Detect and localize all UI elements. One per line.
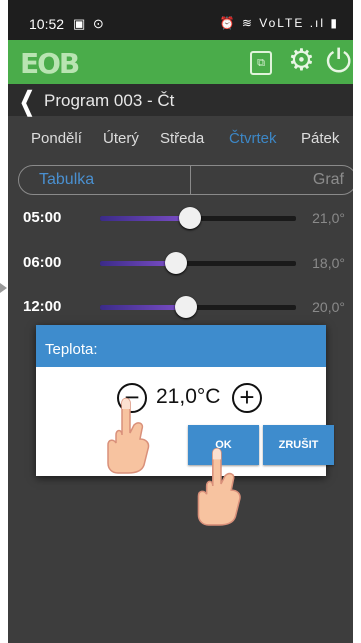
view-switch: Tabulka Graf bbox=[18, 165, 353, 195]
tab-monday[interactable]: Pondělí bbox=[31, 130, 82, 147]
temperature-value: 21,0°C bbox=[156, 385, 221, 408]
tab-thursday[interactable]: Čtvrtek bbox=[229, 130, 277, 147]
eob-logo: EOB bbox=[20, 47, 80, 80]
day-tabs: Pondělí Úterý Středa Čtvrtek Pátek bbox=[8, 126, 353, 152]
tab-wednesday[interactable]: Středa bbox=[160, 130, 204, 147]
row-time: 12:00 bbox=[23, 298, 62, 315]
increase-button[interactable]: + bbox=[232, 383, 262, 413]
row-value: 20,0° bbox=[312, 299, 345, 315]
temperature-slider[interactable] bbox=[100, 207, 296, 229]
slider-knob[interactable] bbox=[179, 207, 202, 229]
tab-graph[interactable]: Graf bbox=[313, 171, 344, 189]
view-switch-divider bbox=[190, 166, 191, 194]
schedule-row: 05:00 21,0° bbox=[8, 203, 353, 233]
tab-table[interactable]: Tabulka bbox=[39, 171, 94, 189]
tab-friday[interactable]: Pátek bbox=[301, 130, 339, 147]
temperature-dialog: Teplota: − 21,0°C + OK ZRUŠIT bbox=[36, 325, 334, 476]
phone-screen: 10:52 ▣ ⊙ ⏰ ≋ VoLTE .ıl ▮ EOB ⧉ ⚙ ⏻ ❮ Pr… bbox=[8, 0, 353, 643]
cancel-button[interactable]: ZRUŠIT bbox=[263, 425, 334, 465]
row-time: 06:00 bbox=[23, 254, 62, 271]
notification-icons: ▣ ⊙ bbox=[73, 16, 106, 31]
tap-hand-icon bbox=[107, 397, 150, 474]
title-bar: ❮ Program 003 - Čt bbox=[8, 84, 353, 116]
slider-fill bbox=[100, 216, 191, 221]
temperature-slider[interactable] bbox=[100, 252, 296, 274]
tab-tuesday[interactable]: Úterý bbox=[103, 130, 139, 147]
dialog-title: Teplota: bbox=[45, 341, 98, 358]
power-icon[interactable]: ⏻ bbox=[326, 45, 351, 77]
schedule-row: 12:00 20,0° bbox=[8, 292, 353, 322]
dialog-header: Teplota: bbox=[36, 325, 326, 367]
status-time: 10:52 bbox=[29, 16, 65, 32]
system-icons: ⏰ ≋ VoLTE .ıl ▮ bbox=[219, 16, 339, 30]
slider-fill bbox=[100, 305, 187, 310]
row-value: 18,0° bbox=[312, 255, 345, 271]
tap-hand-icon bbox=[197, 447, 241, 526]
status-bar: 10:52 ▣ ⊙ ⏰ ≋ VoLTE .ıl ▮ bbox=[8, 0, 353, 40]
copy-icon[interactable]: ⧉ bbox=[250, 51, 272, 75]
page-title: Program 003 - Čt bbox=[44, 91, 175, 110]
slider-knob[interactable] bbox=[165, 252, 188, 274]
gear-icon[interactable]: ⚙ bbox=[288, 46, 315, 76]
back-chevron-icon[interactable]: ❮ bbox=[19, 86, 34, 117]
app-bar: EOB ⧉ ⚙ ⏻ bbox=[8, 40, 353, 84]
schedule-row: 06:00 18,0° bbox=[8, 248, 353, 278]
row-time: 05:00 bbox=[23, 209, 62, 226]
row-value: 21,0° bbox=[312, 210, 345, 226]
temperature-slider[interactable] bbox=[100, 296, 296, 318]
slider-knob[interactable] bbox=[175, 296, 198, 318]
left-pointer-icon bbox=[0, 283, 7, 293]
